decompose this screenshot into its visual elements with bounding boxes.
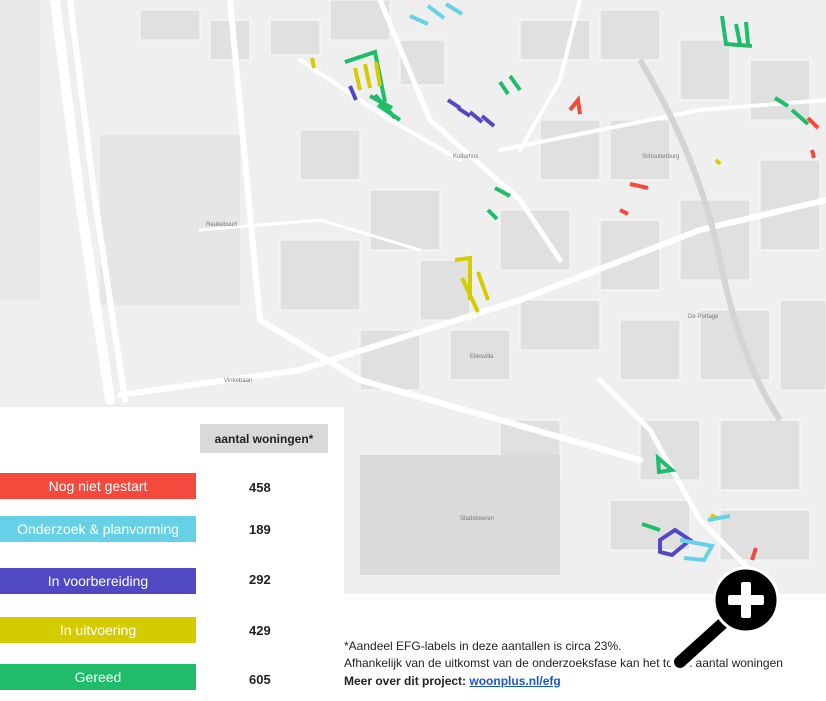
status-label: Gereed: [74, 669, 122, 685]
status-bar-onderzoek-planvorming: Onderzoek & planvorming: [0, 516, 196, 542]
footnote-efg-share: *Aandeel EFG-labels in deze aantallen is…: [344, 639, 622, 653]
status-label: Nog niet gestart: [48, 478, 148, 494]
more-info-prefix: Meer over dit project:: [344, 674, 470, 688]
place-label-reukebuurt: Reukebuurt: [206, 222, 237, 228]
industrial-area: [360, 455, 560, 575]
place-label-schoutenburg: Schoutenburg: [642, 154, 679, 160]
status-count: 429: [249, 623, 271, 638]
status-count: 292: [249, 572, 271, 587]
status-bar-nog-niet-gestart: Nog niet gestart: [0, 473, 196, 499]
place-label-kulturhus: Kulturhus: [453, 154, 478, 160]
map-legend: aantal woningen* Nog niet gestart 458 On…: [0, 407, 344, 701]
status-count: 605: [249, 672, 271, 687]
status-count: 189: [249, 522, 271, 537]
status-bar-in-uitvoering: In uitvoering: [0, 617, 196, 643]
place-label-vinkebaan: Vinkebaan: [224, 378, 252, 384]
footnote-more-info: Meer over dit project: woonplus.nl/efg: [344, 674, 561, 688]
zoom-in-magnifier-icon[interactable]: [668, 566, 792, 670]
status-count: 458: [249, 480, 271, 495]
parking-area: [100, 135, 240, 305]
green-area: [0, 0, 40, 300]
place-label-ellesvilla: Ellesvilla: [470, 354, 494, 360]
status-label: In voorbereiding: [47, 573, 149, 589]
status-label: Onderzoek & planvorming: [17, 521, 179, 537]
status-label: In uitvoering: [59, 622, 137, 638]
status-bar-in-voorbereiding: In voorbereiding: [0, 568, 196, 594]
place-label-stadsboeren: Stadsboeren: [460, 516, 494, 522]
place-label-de-portage: De Portage: [688, 314, 719, 320]
status-bar-gereed: Gereed: [0, 664, 196, 690]
project-link[interactable]: woonplus.nl/efg: [469, 674, 560, 688]
legend-header: aantal woningen*: [200, 424, 328, 453]
